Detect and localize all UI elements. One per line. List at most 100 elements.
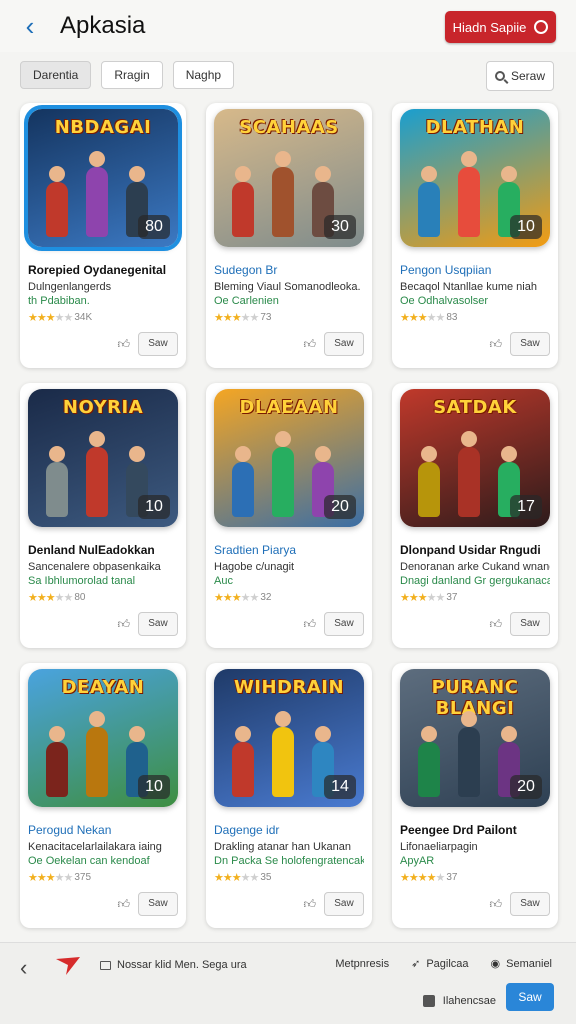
hero-figure (232, 726, 254, 797)
star-rating-icon: ★★★★★ (28, 872, 73, 884)
thumbs-up-icon[interactable]: 👍︎ (489, 897, 502, 912)
thumbs-up-icon[interactable]: 👍︎ (489, 337, 502, 352)
footer-nav: Metpnresis ➶ Pagilcaa ◉ Semaniel (335, 957, 552, 971)
app-description: Bleming Viaul Somanodleoka. (214, 281, 361, 293)
footer-nav-item[interactable]: Metpnresis (335, 958, 389, 970)
app-card[interactable]: PURANC BLANGI 20 Peengee Drd Pailont Lifona… (392, 663, 558, 928)
hero-figure (272, 151, 294, 237)
save-button[interactable]: Saw (138, 332, 178, 356)
filter-chip[interactable]: Naghp (172, 61, 235, 89)
app-card[interactable]: DLATHAN 10 Pengon Usqpiian Becaqol Ntanllae… (392, 103, 558, 368)
footer-nav-label: Metpnresis (335, 957, 390, 970)
app-thumbnail[interactable]: SATDAK 17 (400, 389, 550, 527)
app-title[interactable]: Dagenge idr (214, 823, 364, 837)
rating-count: 83 (446, 312, 458, 323)
app-card[interactable]: NBDAGAI 80 Rorepied Oydanegenital Dulngenla… (20, 103, 186, 368)
window-icon (100, 960, 111, 970)
save-button[interactable]: Saw (138, 612, 178, 636)
bottom-bar: ‹ Nossar klid Men. Sega ura Metpnresis ➶… (0, 942, 576, 1024)
footer-nav-item[interactable]: ◉ Semaniel (491, 957, 552, 970)
thumbs-up-icon[interactable]: 👍︎ (117, 337, 130, 352)
app-subtitle: th Pdabiban. (28, 295, 90, 307)
thumbs-up-icon[interactable]: 👍︎ (303, 337, 316, 352)
star-rating-icon: ★★★★★ (400, 872, 445, 884)
save-button[interactable]: Saw (138, 892, 178, 916)
app-subtitle: Sa Ibhlumorolad tanal (28, 575, 136, 587)
save-button[interactable]: Saw (324, 332, 364, 356)
app-description: Hagobe c/unagit (214, 561, 295, 573)
count-badge: 10 (138, 775, 170, 799)
hero-figure (272, 431, 294, 517)
rating: ★★★★★ 73 (214, 311, 364, 324)
app-description: Drakling atanar han Ukanan (214, 841, 351, 853)
app-card[interactable]: SCAHAAS 30 Sudegon Br Bleming Viaul Somanod… (206, 103, 372, 368)
thumbs-up-icon[interactable]: 👍︎ (489, 617, 502, 632)
app-thumbnail[interactable]: WIHDRAIN 14 (214, 669, 364, 807)
save-button[interactable]: Saw (324, 612, 364, 636)
search-icon (534, 20, 549, 34)
rating-count: 34K (74, 312, 93, 323)
card-actions: 👍︎ Saw (400, 332, 550, 356)
hero-figure (272, 711, 294, 797)
rating-count: 80 (74, 592, 86, 603)
count-badge: 30 (324, 215, 356, 239)
count-badge: 80 (138, 215, 170, 239)
thumbnail-title: NBDAGAI (54, 117, 152, 138)
app-thumbnail[interactable]: PURANC BLANGI 20 (400, 669, 550, 807)
app-title[interactable]: Peengee Drd Pailont (400, 823, 550, 837)
footer-back-button[interactable]: ‹ (20, 955, 27, 981)
app-title[interactable]: Denland NulEadokkan (28, 543, 178, 557)
compass-icon: ➶ (411, 958, 421, 970)
count-badge: 10 (138, 495, 170, 519)
app-title[interactable]: Sradtien Piarya (214, 543, 364, 557)
rating-count: 32 (260, 592, 272, 603)
rating: ★★★★★ 80 (28, 591, 178, 604)
app-title[interactable]: Rorepied Oydanegenital (28, 263, 178, 277)
rating-count: 35 (260, 872, 272, 883)
app-thumbnail[interactable]: SCAHAAS 30 (214, 109, 364, 247)
save-button[interactable]: Saw (510, 612, 550, 636)
app-subtitle: Oe Oekelan can kendoaf (28, 855, 150, 867)
app-card[interactable]: SATDAK 17 Dlonpand Usidar Rngudi Denoranan … (392, 383, 558, 648)
thumbs-up-icon[interactable]: 👍︎ (117, 617, 130, 632)
footer-save-button[interactable]: Saw (506, 983, 554, 1011)
app-subtitle: Oe Carlenien (214, 295, 279, 307)
card-actions: 👍︎ Saw (28, 332, 178, 356)
app-thumbnail[interactable]: NOYRIA 10 (28, 389, 178, 527)
hero-figure (46, 726, 68, 797)
footer-nav-item[interactable]: ➶ Pagilcaa (411, 957, 468, 970)
app-card[interactable]: NOYRIA 10 Denland NulEadokkan Sancenalere o… (20, 383, 186, 648)
rating-count: 37 (446, 592, 458, 603)
count-badge: 20 (324, 495, 356, 519)
app-title[interactable]: Sudegon Br (214, 263, 364, 277)
app-card[interactable]: WIHDRAIN 14 Dagenge idr Drakling atanar han… (206, 663, 372, 928)
app-title[interactable]: Perogud Nekan (28, 823, 178, 837)
footer-nav-label: Semaniel (506, 958, 552, 970)
thumbs-up-icon[interactable]: 👍︎ (117, 897, 130, 912)
app-thumbnail[interactable]: NBDAGAI 80 (24, 105, 182, 251)
rating: ★★★★★ 83 (400, 311, 550, 324)
save-button[interactable]: Saw (510, 332, 550, 356)
back-button[interactable]: ‹ (14, 12, 46, 42)
app-title[interactable]: Dlonpand Usidar Rngudi (400, 543, 550, 557)
thumbs-up-icon[interactable]: 👍︎ (303, 617, 316, 632)
save-button[interactable]: Saw (324, 892, 364, 916)
thumbs-up-icon[interactable]: 👍︎ (303, 897, 316, 912)
filter-chip[interactable]: Darentia (20, 61, 92, 89)
hero-figure (86, 431, 108, 517)
status-area: Ilahencsae (422, 995, 496, 1007)
filter-chip[interactable]: Rragin (101, 61, 163, 89)
header-primary-button[interactable]: Hiadn Sapiie (445, 11, 556, 43)
count-badge: 14 (324, 775, 356, 799)
search-button[interactable]: Seraw (486, 61, 554, 91)
app-thumbnail[interactable]: DEAYAN 10 (28, 669, 178, 807)
star-rating-icon: ★★★★★ (28, 592, 73, 604)
hero-figure (46, 446, 68, 517)
app-card[interactable]: DLAEAAN 20 Sradtien Piarya Hagobe c/unagit A… (206, 383, 372, 648)
app-title[interactable]: Pengon Usqpiian (400, 263, 550, 277)
app-thumbnail[interactable]: DLATHAN 10 (400, 109, 550, 247)
app-card[interactable]: DEAYAN 10 Perogud Nekan Kenacitacelarlailak… (20, 663, 186, 928)
app-thumbnail[interactable]: DLAEAAN 20 (214, 389, 364, 527)
search-icon (494, 71, 505, 81)
save-button[interactable]: Saw (510, 892, 550, 916)
